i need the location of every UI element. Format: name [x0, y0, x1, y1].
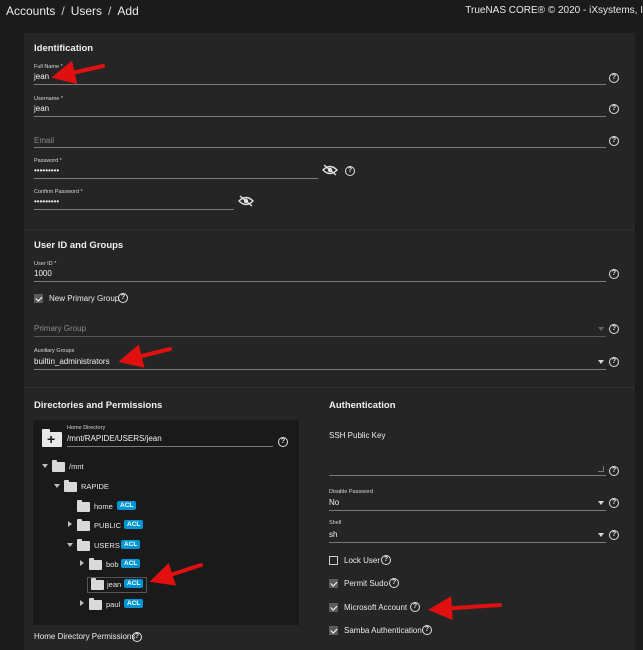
arrow-auxiliary-groups [118, 344, 172, 368]
arrow-microsoft-account [428, 596, 502, 621]
arrow-jean-folder [149, 562, 203, 586]
annotation-arrows [51, 60, 502, 621]
arrow-full-name [51, 60, 105, 85]
